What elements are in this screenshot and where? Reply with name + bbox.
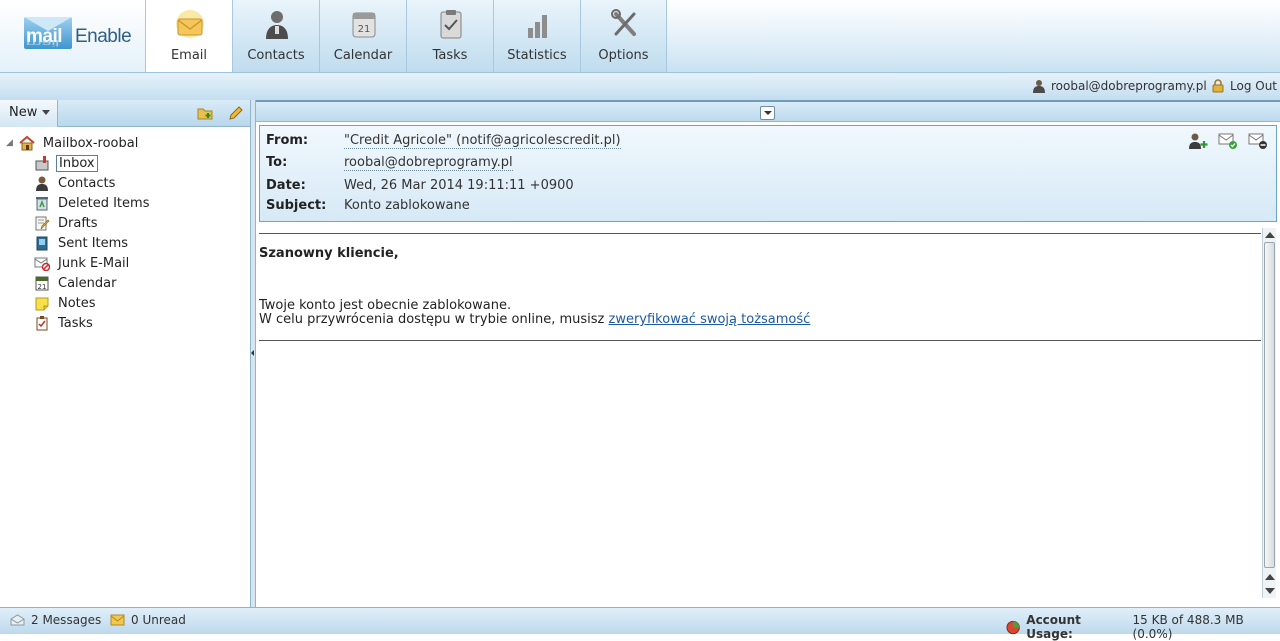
tree-node-inbox[interactable]: Inbox: [34, 154, 98, 172]
open-envelope-icon: [10, 614, 25, 626]
scroll-up-arrow[interactable]: [1265, 232, 1275, 238]
clipboard-icon: [440, 10, 462, 39]
envelope-icon: [176, 10, 204, 38]
contact-icon: [36, 176, 48, 191]
to-address[interactable]: roobal@dobreprogramy.pl: [344, 155, 513, 171]
tab-contacts[interactable]: Contacts: [232, 0, 319, 72]
tree-node-deleted-items[interactable]: Deleted Items: [34, 194, 151, 212]
block-sender-icon[interactable]: [1248, 132, 1268, 150]
message-header: From: "Credit Agricole" (notif@agricoles…: [259, 125, 1277, 222]
tree-collapse-icon[interactable]: ◢: [6, 138, 13, 148]
account-usage: Account Usage: 15 KB of 488.3 MB (0.0%): [1006, 613, 1280, 641]
message-pane: From: "Credit Agricole" (notif@agricoles…: [256, 100, 1280, 607]
message-body: Szanowny kliencie, Twoje konto jest obec…: [259, 228, 1261, 342]
chevron-down-icon: [42, 110, 51, 115]
note-icon: [35, 297, 49, 311]
tree-node-calendar[interactable]: 21 Calendar: [34, 274, 118, 292]
status-bar: 2 Messages 0 Unread Account Usage: 15 KB…: [0, 607, 1280, 641]
message-toolbar: [256, 100, 1280, 122]
tab-statistics[interactable]: Statistics: [493, 0, 580, 72]
tools-icon: [611, 9, 636, 36]
bar-chart-icon: [528, 15, 547, 38]
folder-pane: New ◢ Mailbox-roobal Inbox Contacts Dele…: [0, 100, 251, 607]
tree-node-sent-items[interactable]: Sent Items: [34, 234, 130, 252]
edit-pencil-icon[interactable]: [228, 106, 243, 121]
body-line-1: Twoje konto jest obecnie zablokowane.: [259, 298, 512, 313]
scroll-thumb[interactable]: [1264, 242, 1275, 568]
mailenable-logo: mail Enable mail: [0, 0, 146, 72]
tree-node-drafts[interactable]: Drafts: [34, 214, 100, 232]
svg-text:21: 21: [358, 24, 371, 35]
user-bar: roobal@dobreprogramy.pl Log Out: [0, 72, 1280, 100]
collapse-left-icon[interactable]: [251, 350, 254, 356]
envelope-small-icon: [110, 614, 125, 626]
message-scrollbar[interactable]: [1262, 228, 1276, 598]
drafts-icon: [35, 216, 50, 231]
trash-icon: [36, 197, 48, 211]
tab-email[interactable]: Email: [145, 0, 232, 72]
sent-icon: [36, 236, 48, 251]
new-button[interactable]: New: [0, 100, 58, 127]
current-user: roobal@dobreprogramy.pl: [1032, 79, 1207, 93]
lock-icon: [1212, 79, 1224, 93]
junk-icon: [34, 257, 50, 271]
user-icon: [1033, 80, 1045, 93]
tab-options[interactable]: Options: [580, 0, 667, 72]
top-banner: mail Enable mail Email Contacts 21 Calen…: [0, 0, 1280, 72]
mark-safe-sender-icon[interactable]: [1218, 132, 1238, 150]
new-folder-icon[interactable]: [197, 106, 214, 120]
folder-toolbar: New: [0, 100, 251, 127]
pie-chart-icon: [1006, 620, 1020, 634]
tree-node-notes[interactable]: Notes: [34, 294, 98, 312]
calendar-icon: 21: [352, 12, 376, 38]
collapse-header-button[interactable]: [760, 106, 775, 120]
unread-count: 0 Unread: [110, 613, 186, 627]
body-top-divider: [259, 233, 1261, 234]
tree-node-junk-email[interactable]: Junk E-Mail: [34, 254, 131, 272]
tree-node-contacts[interactable]: Contacts: [34, 174, 117, 192]
body-greeting: Szanowny kliencie,: [259, 246, 399, 261]
mailbox-home-icon: [19, 135, 35, 151]
tab-tasks[interactable]: Tasks: [406, 0, 493, 72]
from-address[interactable]: "Credit Agricole" (notif@agricolescredit…: [344, 133, 621, 149]
verify-identity-link[interactable]: zweryfikować swoją tożsamość: [609, 312, 811, 327]
task-icon: [36, 316, 48, 331]
scroll-down-arrow[interactable]: [1265, 588, 1275, 594]
body-line-2: W celu przywrócenia dostępu w trybie onl…: [259, 312, 811, 327]
calendar-small-icon: 21: [35, 276, 49, 291]
tab-calendar[interactable]: 21 Calendar: [319, 0, 406, 72]
person-icon: [266, 11, 288, 39]
svg-text:21: 21: [38, 283, 47, 291]
message-date: Wed, 26 Mar 2014 19:11:11 +0900: [344, 178, 574, 193]
tree-node-tasks[interactable]: Tasks: [34, 314, 95, 332]
logout-link[interactable]: Log Out: [1211, 79, 1277, 93]
body-bottom-divider: [259, 340, 1261, 341]
message-count: 2 Messages: [10, 613, 101, 627]
message-subject: Konto zablokowane: [344, 198, 470, 213]
add-contact-icon[interactable]: [1188, 132, 1208, 150]
scroll-up-arrow-lower[interactable]: [1265, 574, 1275, 580]
inbox-icon: [35, 156, 49, 171]
tree-node-mailbox-roobal[interactable]: ◢ Mailbox-roobal: [6, 134, 140, 152]
